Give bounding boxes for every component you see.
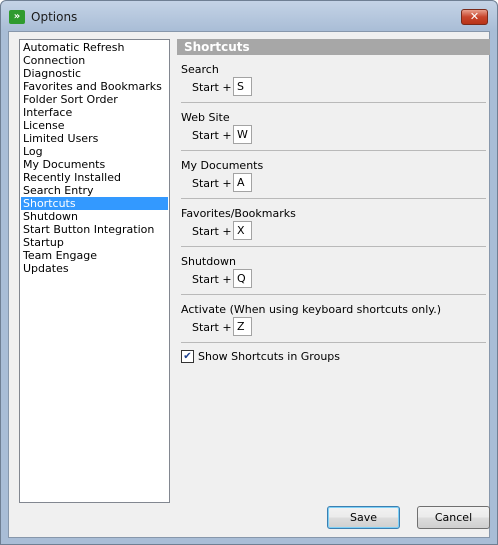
shortcut-section-search: Search Start + S (181, 55, 486, 103)
show-groups-label[interactable]: Show Shortcuts in Groups (198, 350, 340, 363)
shortcut-prefix: Start + (192, 81, 232, 94)
show-groups-option[interactable]: ✔ Show Shortcuts in Groups (181, 349, 340, 364)
sidebar-item-shutdown[interactable]: Shutdown (21, 210, 168, 223)
shortcut-label: Activate (When using keyboard shortcuts … (181, 303, 441, 316)
shortcut-label: Favorites/Bookmarks (181, 207, 296, 220)
shortcut-key-field[interactable]: Z (233, 317, 252, 336)
shortcuts-panel: Shortcuts Search Start + S Web Site Star… (177, 39, 490, 379)
shortcut-key-field[interactable]: W (233, 125, 252, 144)
app-chevrons-icon: » (9, 10, 25, 24)
checkmark-icon: ✔ (183, 351, 192, 362)
shortcut-key-field[interactable]: A (233, 173, 252, 192)
shortcut-key-field[interactable]: X (233, 221, 252, 240)
shortcut-key-field[interactable]: S (233, 77, 252, 96)
sidebar-item-search-entry[interactable]: Search Entry (21, 184, 168, 197)
sidebar-item-log[interactable]: Log (21, 145, 168, 158)
shortcut-prefix: Start + (192, 273, 232, 286)
sidebar-item-team-engage[interactable]: Team Engage (21, 249, 168, 262)
sidebar-item-updates[interactable]: Updates (21, 262, 168, 275)
shortcut-prefix: Start + (192, 129, 232, 142)
sidebar-item-interface[interactable]: Interface (21, 106, 168, 119)
shortcut-label: Search (181, 63, 219, 76)
title-bar[interactable]: » Options ✕ (1, 1, 497, 31)
shortcut-section-shutdown: Shutdown Start + Q (181, 247, 486, 295)
sidebar-item-automatic-refresh[interactable]: Automatic Refresh (21, 41, 168, 54)
sidebar-item-folder-sort-order[interactable]: Folder Sort Order (21, 93, 168, 106)
shortcut-section-favorites-bookmarks: Favorites/Bookmarks Start + X (181, 199, 486, 247)
sidebar-item-recently-installed[interactable]: Recently Installed (21, 171, 168, 184)
shortcut-section-my-documents: My Documents Start + A (181, 151, 486, 199)
close-icon: ✕ (469, 10, 480, 23)
sidebar-item-diagnostic[interactable]: Diagnostic (21, 67, 168, 80)
sidebar-item-shortcuts[interactable]: Shortcuts (21, 197, 168, 210)
shortcut-section-activate: Activate (When using keyboard shortcuts … (181, 295, 486, 343)
shortcut-key-field[interactable]: Q (233, 269, 252, 288)
dialog-body: Automatic Refresh Connection Diagnostic … (8, 31, 490, 538)
sidebar-item-license[interactable]: License (21, 119, 168, 132)
shortcut-label: My Documents (181, 159, 264, 172)
shortcut-prefix: Start + (192, 225, 232, 238)
show-groups-checkbox[interactable]: ✔ (181, 350, 194, 363)
sidebar-item-favorites-and-bookmarks[interactable]: Favorites and Bookmarks (21, 80, 168, 93)
sidebar-item-limited-users[interactable]: Limited Users (21, 132, 168, 145)
sidebar-item-connection[interactable]: Connection (21, 54, 168, 67)
options-window: » Options ✕ Automatic Refresh Connection… (0, 0, 498, 545)
sidebar-item-start-button-integration[interactable]: Start Button Integration (21, 223, 168, 236)
cancel-button[interactable]: Cancel (417, 506, 490, 529)
shortcut-label: Shutdown (181, 255, 236, 268)
sidebar-item-my-documents[interactable]: My Documents (21, 158, 168, 171)
window-title: Options (31, 10, 78, 24)
shortcut-label: Web Site (181, 111, 230, 124)
shortcut-section-web-site: Web Site Start + W (181, 103, 486, 151)
save-button[interactable]: Save (327, 506, 400, 529)
sidebar-item-startup[interactable]: Startup (21, 236, 168, 249)
panel-title: Shortcuts (177, 39, 490, 55)
shortcut-prefix: Start + (192, 177, 232, 190)
shortcut-prefix: Start + (192, 321, 232, 334)
close-button[interactable]: ✕ (461, 9, 488, 25)
category-list[interactable]: Automatic Refresh Connection Diagnostic … (19, 39, 170, 503)
